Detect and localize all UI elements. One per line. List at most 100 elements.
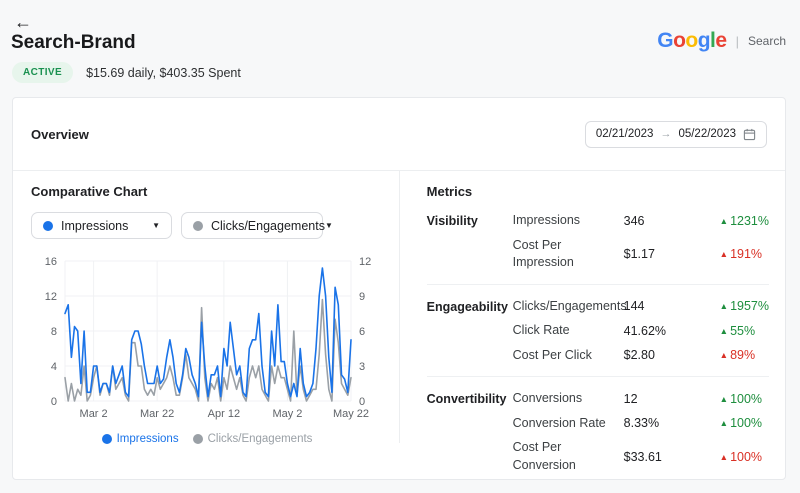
trend-up-icon: ▲ (719, 418, 729, 429)
legend-dot-icon (192, 434, 203, 444)
metrics-group-name: Engageability (426, 299, 508, 314)
badge-row: ACTIVE $15.69 daily, $403.35 Spent (12, 62, 241, 83)
metrics-group-name: Visibility (426, 214, 478, 228)
platform-block: Google | Search (657, 30, 786, 52)
metric-value: 8.33% (623, 416, 660, 431)
metric-label: Cost Per Impression (512, 237, 574, 270)
chevron-down-icon: ▼ (324, 221, 333, 230)
svg-text:4: 4 (51, 361, 57, 373)
svg-text:Mar 2: Mar 2 (80, 408, 108, 420)
metric-delta-value: 89% (730, 348, 756, 363)
comparative-title: Comparative Chart (31, 184, 148, 199)
legend-item: Clicks/Engagements (192, 433, 313, 445)
series-dropdown-label: Clicks/Engagements (211, 218, 325, 233)
overview-title: Overview (31, 126, 89, 142)
metric-delta: ▲ 100% (720, 416, 769, 430)
metric-value: 41.62% (623, 323, 667, 338)
metric-value: $33.61 (623, 449, 662, 464)
metric-delta: ▲ 55% (720, 324, 769, 338)
page-header: ← Search-Brand ACTIVE $15.69 daily, $403… (0, 0, 800, 97)
comparative-chart: 0 4 8 12 16 0 3 6 9 12 Mar 2 Mar 22 Apr 12 May 2 May 2… (33, 249, 399, 432)
svg-text:6: 6 (359, 326, 365, 338)
metric-delta-value: 191% (730, 247, 763, 261)
back-button[interactable]: ← (14, 10, 38, 34)
legend-label: Impressions (116, 433, 179, 445)
metric-delta: ▲ 191% (720, 247, 769, 261)
comparative-section: Comparative Chart Impressions ▼ Clicks/E… (13, 171, 399, 479)
platform-separator: | (735, 33, 739, 49)
budget-text: $15.69 daily, $403.35 Spent (86, 65, 241, 80)
page-title: Search-Brand (11, 32, 136, 53)
google-logo-letter: g (697, 29, 711, 52)
svg-text:8: 8 (51, 326, 57, 338)
metrics-group-convertibility: Convertibility Conversions 12 ▲ 100% Conversi… (427, 390, 769, 474)
google-logo: Google (657, 29, 727, 52)
chart-canvas: 0 4 8 12 16 0 3 6 9 12 Mar 2 Mar 22 Apr 12 May 2 May 2… (45, 256, 372, 420)
metrics-title: Metrics (426, 184, 473, 199)
svg-text:16: 16 (45, 256, 57, 268)
trend-up-icon: ▲ (719, 215, 729, 226)
series-dropdown-label: Impressions (61, 218, 129, 233)
google-logo-letter: o (673, 29, 686, 52)
metric-delta-value: 1231% (730, 213, 769, 228)
date-range-arrow-icon: → (660, 128, 672, 140)
metric-delta: ▲ 100% (720, 392, 769, 406)
trend-up-icon: ▲ (719, 451, 729, 462)
metric-value: $2.80 (623, 348, 655, 363)
series-selectors: Impressions ▼ Clicks/Engagements ▼ (31, 212, 399, 239)
metric-delta-value: 100% (730, 416, 763, 431)
date-range-picker[interactable]: 02/21/2023 → 05/22/2023 (584, 120, 767, 148)
svg-text:May 2: May 2 (272, 408, 302, 420)
svg-text:12: 12 (45, 291, 57, 303)
metrics-group-name: Convertibility (426, 392, 507, 406)
svg-text:0: 0 (359, 396, 365, 408)
series-dot-gray (193, 220, 203, 231)
metrics-group-divider (426, 376, 769, 377)
trend-up-icon: ▲ (719, 301, 729, 312)
trend-up-icon: ▲ (719, 393, 729, 404)
google-logo-letter: G (657, 29, 674, 52)
series-dropdown-clicks[interactable]: Clicks/Engagements ▼ (181, 212, 333, 239)
metric-delta-value: 100% (730, 391, 763, 406)
metric-delta: ▲ 100% (720, 450, 769, 464)
chart-legend: Impressions Clicks/Engagements (31, 433, 383, 445)
status-badge: ACTIVE (12, 62, 74, 83)
metrics-group-engageability: Engageability Clicks/Engagements 144 ▲ 1957%… (427, 298, 769, 365)
metric-label: Cost Per Click (512, 347, 592, 362)
metric-delta: ▲ 1231% (720, 214, 769, 228)
svg-text:May 22: May 22 (333, 408, 369, 420)
series-dot-blue (43, 220, 53, 231)
metric-value: $1.17 (623, 247, 655, 261)
date-range-end: 05/22/2023 (678, 128, 736, 140)
metric-label: Cost Per Conversion (512, 440, 576, 472)
date-range-start: 02/21/2023 (595, 128, 654, 140)
metric-label: Conversion Rate (512, 415, 606, 430)
metric-label: Clicks/Engagements (512, 298, 627, 313)
series-dropdown-impressions[interactable]: Impressions ▼ (31, 212, 172, 239)
svg-text:3: 3 (359, 361, 365, 373)
vertical-divider (399, 171, 400, 443)
metric-delta: ▲ 89% (720, 348, 769, 362)
card-body: Comparative Chart Impressions ▼ Clicks/E… (13, 171, 785, 479)
trend-up-icon: ▲ (719, 325, 729, 336)
google-logo-letter: o (685, 29, 698, 52)
metrics-group-divider (426, 283, 769, 285)
legend-item: Impressions (101, 433, 179, 445)
calendar-icon (743, 128, 756, 140)
chevron-down-icon: ▼ (152, 221, 160, 230)
legend-label: Clicks/Engagements (207, 433, 313, 445)
metrics-group-visibility: Visibility Impressions 346 ▲ 1231% Cost Per I… (427, 212, 769, 272)
trend-up-icon: ▲ (719, 249, 729, 259)
back-arrow-icon: ← (14, 12, 32, 32)
metric-delta-value: 1957% (730, 299, 769, 314)
metric-label: Click Rate (512, 323, 570, 337)
metric-value: 346 (623, 213, 645, 228)
platform-channel-label: Search (747, 34, 786, 48)
google-logo-letter: e (715, 29, 727, 52)
metric-label: Conversions (512, 391, 583, 405)
metric-value: 144 (623, 299, 645, 314)
metric-delta-value: 55% (730, 323, 756, 338)
metric-delta: ▲ 1957% (720, 299, 769, 313)
trend-up-icon: ▲ (719, 350, 729, 361)
svg-text:9: 9 (359, 291, 365, 303)
